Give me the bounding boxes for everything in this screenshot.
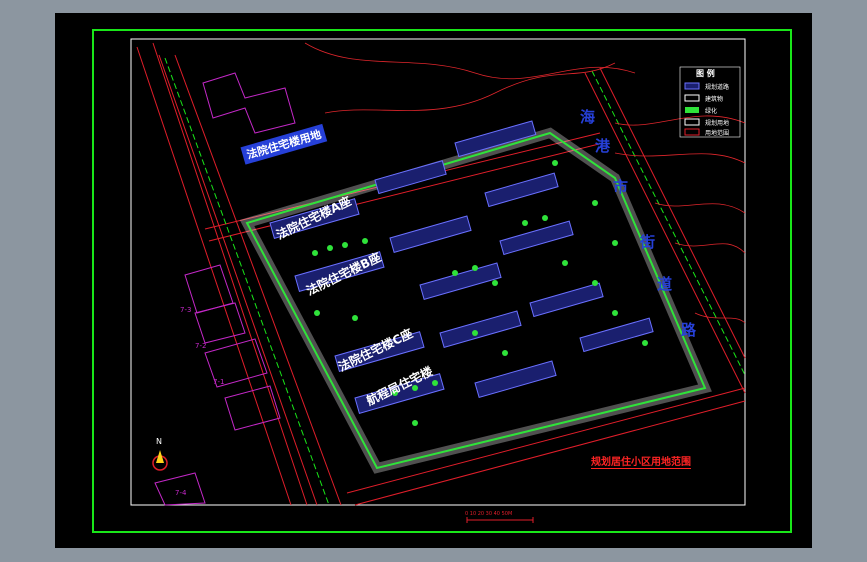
site-plan-drawing[interactable]: [55, 13, 812, 548]
north-label: N: [156, 437, 162, 446]
road-char-2: 港: [595, 137, 611, 155]
road-char-6: 路: [681, 321, 697, 339]
road-char-3: 市: [613, 178, 629, 196]
legend-item-4: 规划用地: [705, 120, 730, 127]
neighbor-no-2: 7-2: [195, 342, 207, 350]
legend-item-5: 用地范围: [705, 130, 730, 137]
cad-viewport[interactable]: 法院住宅楼用地 法院住宅楼A座 法院住宅楼B座 法院住宅楼C座 航程局住宅楼 海…: [55, 13, 812, 548]
road-char-1: 海: [580, 108, 596, 126]
legend-item-2: 建筑物: [705, 96, 724, 103]
road-char-5: 道: [657, 275, 673, 293]
road-char-4: 街: [640, 233, 656, 251]
neighbor-no-3: 7-1: [213, 378, 225, 386]
neighbor-no-4: 7-4: [175, 489, 187, 497]
scale-text: 0 10 20 30 40 50M: [465, 511, 513, 517]
legend-title: 图 例: [696, 69, 715, 78]
legend-item-3: 绿化: [705, 108, 718, 115]
legend-item-1: 规划道路: [705, 84, 730, 91]
neighbor-no-1: 7-3: [180, 306, 192, 314]
scale-bar: [466, 517, 534, 523]
drawing-title: 规划居住小区用地范围: [591, 453, 691, 469]
north-arrow-icon: [152, 450, 168, 471]
site-green-boundary: [239, 127, 712, 474]
